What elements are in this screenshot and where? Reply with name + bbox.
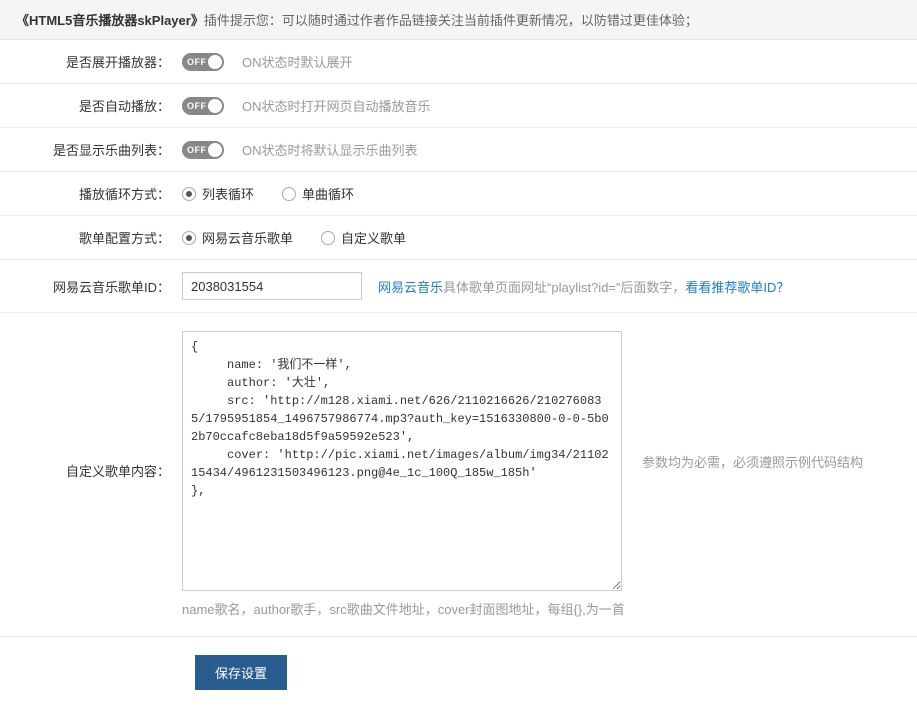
row-showlist: 是否显示乐曲列表： OFF ON状态时将默认显示乐曲列表 [0,128,917,172]
header-title-bold: 《HTML5音乐播放器skPlayer》 [16,13,204,28]
row-playlist-id: 网易云音乐歌单ID： 网易云音乐具体歌单页面网址“playlist?id=”后面… [0,260,917,313]
radio-loop-list-label: 列表循环 [202,184,254,203]
radio-icon [282,187,296,201]
row-loop: 播放循环方式： 列表循环 单曲循环 [0,172,917,216]
textarea-custom-playlist[interactable] [182,331,622,591]
toggle-autoplay-text: OFF [187,101,207,111]
toggle-expand[interactable]: OFF [182,53,224,71]
hint-showlist: ON状态时将默认显示乐曲列表 [242,140,418,159]
label-autoplay: 是否自动播放： [0,96,182,115]
row-source: 歌单配置方式： 网易云音乐歌单 自定义歌单 [0,216,917,260]
label-expand: 是否展开播放器： [0,52,182,71]
row-autoplay: 是否自动播放： OFF ON状态时打开网页自动播放音乐 [0,84,917,128]
toggle-knob-icon [208,143,222,157]
toggle-showlist[interactable]: OFF [182,141,224,159]
label-showlist: 是否显示乐曲列表： [0,140,182,159]
hint-custom-right: 参数均为必需，必须遵照示例代码结构 [642,452,863,471]
toggle-autoplay[interactable]: OFF [182,97,224,115]
row-submit: 保存设置 [0,637,917,708]
radio-icon [182,231,196,245]
radio-source-netease[interactable]: 网易云音乐歌单 [182,228,293,247]
header-title-text: 插件提示您：可以随时通过作者作品链接关注当前插件更新情况，以防错过更佳体验； [204,13,698,28]
radio-source-netease-label: 网易云音乐歌单 [202,228,293,247]
toggle-showlist-text: OFF [187,145,207,155]
playlist-id-after: 具体歌单页面网址“playlist?id=”后面数字， [443,280,685,295]
settings-form: 是否展开播放器： OFF ON状态时默认展开 是否自动播放： OFF ON状态时… [0,40,917,708]
radio-loop-single[interactable]: 单曲循环 [282,184,354,203]
label-source: 歌单配置方式： [0,228,182,247]
hint-autoplay: ON状态时打开网页自动播放音乐 [242,96,431,115]
radio-loop-list[interactable]: 列表循环 [182,184,254,203]
input-playlist-id[interactable] [182,272,362,300]
radio-source-custom[interactable]: 自定义歌单 [321,228,406,247]
radio-source-custom-label: 自定义歌单 [341,228,406,247]
link-netease[interactable]: 网易云音乐 [378,280,443,295]
toggle-knob-icon [208,55,222,69]
hint-expand: ON状态时默认展开 [242,52,353,71]
radio-icon [182,187,196,201]
toggle-expand-text: OFF [187,57,207,67]
save-button[interactable]: 保存设置 [195,655,287,690]
radio-icon [321,231,335,245]
link-recommend-id[interactable]: 看看推荐歌单ID？ [685,280,789,295]
label-loop: 播放循环方式： [0,184,182,203]
radio-loop-single-label: 单曲循环 [302,184,354,203]
toggle-knob-icon [208,99,222,113]
row-expand: 是否展开播放器： OFF ON状态时默认展开 [0,40,917,84]
label-custom: 自定义歌单内容： [0,331,182,480]
label-playlist-id: 网易云音乐歌单ID： [0,277,182,296]
row-custom: 自定义歌单内容： 参数均为必需，必须遵照示例代码结构 name歌名，author… [0,313,917,637]
hint-custom-below: name歌名，author歌手，src歌曲文件地址，cover封面图地址，每组{… [182,599,625,618]
page-header: 《HTML5音乐播放器skPlayer》插件提示您：可以随时通过作者作品链接关注… [0,0,917,40]
